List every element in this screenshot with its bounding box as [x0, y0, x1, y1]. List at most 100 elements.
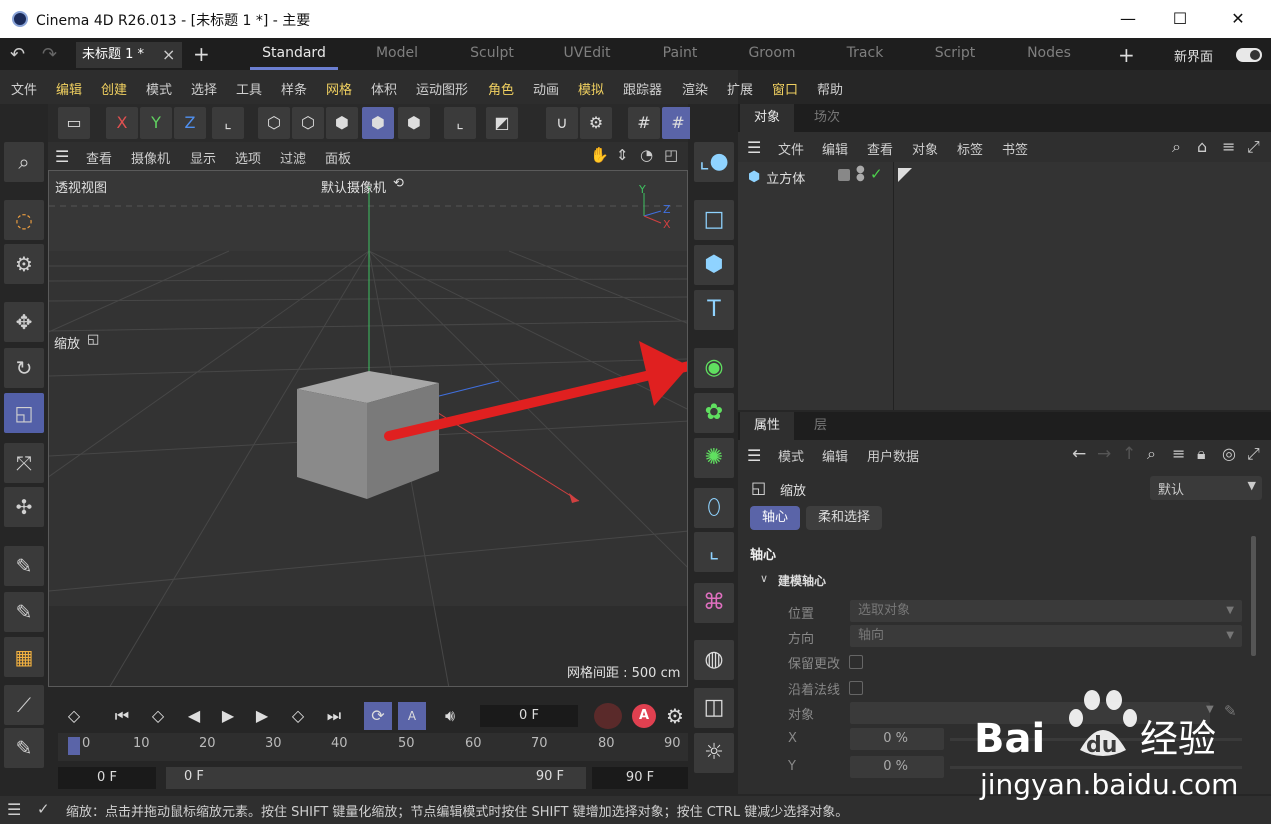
lock-icon[interactable]: 🔒︎ — [1197, 444, 1206, 464]
tab-layers[interactable]: 层 — [800, 412, 841, 440]
tab-model[interactable]: Model — [353, 38, 441, 70]
menu-mograph[interactable]: 运动图形 — [416, 79, 468, 98]
om-menu-file[interactable]: 文件 — [778, 139, 804, 158]
spline-tool-icon[interactable]: ✎ — [4, 728, 44, 768]
viewport-menu-filter[interactable]: 过滤 — [280, 148, 306, 167]
viewport-hamburger-icon[interactable]: ☰ — [55, 147, 69, 166]
spline-pen-icon[interactable]: ✎ — [4, 546, 44, 586]
timeline-settings-icon[interactable]: ⚙ — [666, 704, 684, 728]
forward-arrow-icon[interactable]: → — [1097, 444, 1111, 464]
tab-track[interactable]: Track — [821, 38, 909, 70]
maximize-button[interactable]: ☐ — [1158, 5, 1202, 33]
tab-uvedit[interactable]: UVEdit — [543, 38, 631, 70]
uv-mode-icon[interactable]: ⬢ — [398, 107, 430, 139]
attr-menu-mode[interactable]: 模式 — [778, 446, 804, 465]
object-manager-hamburger-icon[interactable]: ☰ — [747, 138, 761, 157]
next-frame-icon[interactable]: ▶ — [248, 702, 276, 730]
current-frame-field[interactable]: 0 F — [480, 705, 578, 727]
undo-icon[interactable]: ↶ — [10, 44, 25, 65]
menu-render[interactable]: 渲染 — [682, 79, 708, 98]
menu-animate[interactable]: 动画 — [533, 79, 559, 98]
previous-key-icon[interactable]: ◇ — [144, 702, 172, 730]
viewport-pan-icon[interactable]: ✋ — [590, 146, 609, 164]
keyframe-icon[interactable]: ◇ — [60, 702, 88, 730]
x-axis-lock-button[interactable]: X — [106, 107, 138, 139]
scale-tool-icon[interactable]: ◱ — [4, 393, 44, 433]
go-to-start-icon[interactable]: ⏮ — [108, 702, 136, 730]
tab-script[interactable]: Script — [911, 38, 999, 70]
om-filter-icon[interactable]: ≡ — [1222, 137, 1235, 156]
viewport-menu-display[interactable]: 显示 — [190, 148, 216, 167]
direction-dropdown[interactable]: 轴向 ▼ — [850, 625, 1242, 647]
om-menu-edit[interactable]: 编辑 — [822, 139, 848, 158]
search-icon[interactable]: ⌕ — [4, 142, 44, 182]
timeline-ruler[interactable] — [58, 733, 688, 761]
om-search-icon[interactable]: ⌕ — [1172, 137, 1181, 157]
camera-st-icon[interactable]: ◫ — [694, 688, 734, 728]
new-ui-toggle[interactable] — [1236, 48, 1262, 62]
primitive-cubes-icon[interactable]: ▦ — [4, 637, 44, 677]
group-chevron-icon[interactable]: ∨ — [760, 572, 768, 585]
viewport-menu-camera[interactable]: 摄像机 — [131, 148, 170, 167]
viewport-menu-options[interactable]: 选项 — [235, 148, 261, 167]
null-object-icon[interactable]: ⌞ — [694, 532, 734, 572]
redo-icon[interactable]: ↷ — [42, 44, 57, 65]
om-home-icon[interactable]: ⌂ — [1197, 137, 1207, 156]
attr-menu-edit[interactable]: 编辑 — [822, 446, 848, 465]
autokey-record-icon[interactable]: A — [632, 704, 656, 728]
y-value-field[interactable]: 0 % — [850, 756, 944, 778]
menu-spline[interactable]: 样条 — [281, 79, 307, 98]
menu-window[interactable]: 窗口 — [772, 79, 798, 98]
sound-icon[interactable]: 🔊︎ — [436, 702, 464, 730]
subtab-soft-selection[interactable]: 柔和选择 — [806, 506, 882, 530]
live-selection-icon[interactable]: ◌ — [4, 200, 44, 240]
playhead[interactable] — [68, 737, 80, 755]
keep-changes-checkbox[interactable] — [849, 655, 863, 669]
selection-settings-icon[interactable]: ⚙ — [4, 244, 44, 284]
editor-visibility-icon[interactable] — [838, 169, 850, 181]
tab-attributes[interactable]: 属性 — [740, 412, 795, 440]
sky-object-icon[interactable]: ◍ — [694, 640, 734, 680]
perspective-viewport[interactable]: Y Z X 透视视图 默认摄像机 ⟲ 缩放 ◱ 网格间距 : 500 cm — [48, 170, 688, 687]
subdivision-icon[interactable]: ◉ — [694, 348, 734, 388]
workplane-icon[interactable]: # — [628, 107, 660, 139]
tab-objects[interactable]: 对象 — [740, 104, 795, 132]
z-axis-lock-button[interactable]: Z — [174, 107, 206, 139]
menu-help[interactable]: 帮助 — [817, 79, 843, 98]
brush-icon[interactable]: ⟋ — [4, 685, 44, 725]
phong-tag-icon[interactable] — [898, 168, 912, 182]
menu-mode[interactable]: 模式 — [146, 79, 172, 98]
attr-scrollbar[interactable] — [1251, 536, 1256, 656]
om-menu-object[interactable]: 对象 — [912, 139, 938, 158]
loop-icon[interactable]: ⟳ — [364, 702, 392, 730]
tab-standard[interactable]: Standard — [250, 38, 338, 70]
next-key-icon[interactable]: ◇ — [284, 702, 312, 730]
edges-mode-icon[interactable]: ⬡ — [292, 107, 324, 139]
record-icon[interactable] — [594, 703, 622, 729]
rotate-tool-icon[interactable]: ↻ — [4, 348, 44, 388]
light-object-icon[interactable]: ☼ — [694, 733, 734, 773]
attr-hamburger-icon[interactable]: ☰ — [747, 446, 761, 465]
end-frame-field[interactable]: 90 F — [592, 767, 688, 789]
floor-object-icon[interactable]: ⌘ — [694, 583, 734, 623]
render-view-icon[interactable]: ▭ — [58, 107, 90, 139]
deformer-icon[interactable]: ✺ — [694, 438, 734, 478]
viewport-menu-panel[interactable]: 面板 — [325, 148, 351, 167]
target-icon[interactable]: ◎ — [1222, 444, 1236, 463]
enabled-check-icon[interactable]: ✓ — [870, 165, 883, 183]
tab-nodes[interactable]: Nodes — [1005, 38, 1093, 70]
menu-create[interactable]: 创建 — [101, 79, 127, 98]
menu-edit[interactable]: 编辑 — [56, 79, 82, 98]
previous-frame-icon[interactable]: ◀ — [180, 702, 208, 730]
up-arrow-icon[interactable]: ↑ — [1122, 444, 1136, 464]
tweak-mode-icon[interactable]: ◩ — [486, 107, 518, 139]
subtab-pivot[interactable]: 轴心 — [750, 506, 800, 530]
viewport-move-icon[interactable]: ⇕ — [616, 146, 629, 164]
auto-key-icon[interactable]: A — [398, 702, 426, 730]
attr-search-icon[interactable]: ⌕ — [1147, 444, 1156, 464]
spline-rect-icon[interactable]: ✎ — [4, 592, 44, 632]
add-layout-icon[interactable]: + — [1118, 43, 1135, 67]
position-dropdown[interactable]: 选取对象 ▼ — [850, 600, 1242, 622]
x-value-field[interactable]: 0 % — [850, 728, 944, 750]
tab-paint[interactable]: Paint — [636, 38, 724, 70]
